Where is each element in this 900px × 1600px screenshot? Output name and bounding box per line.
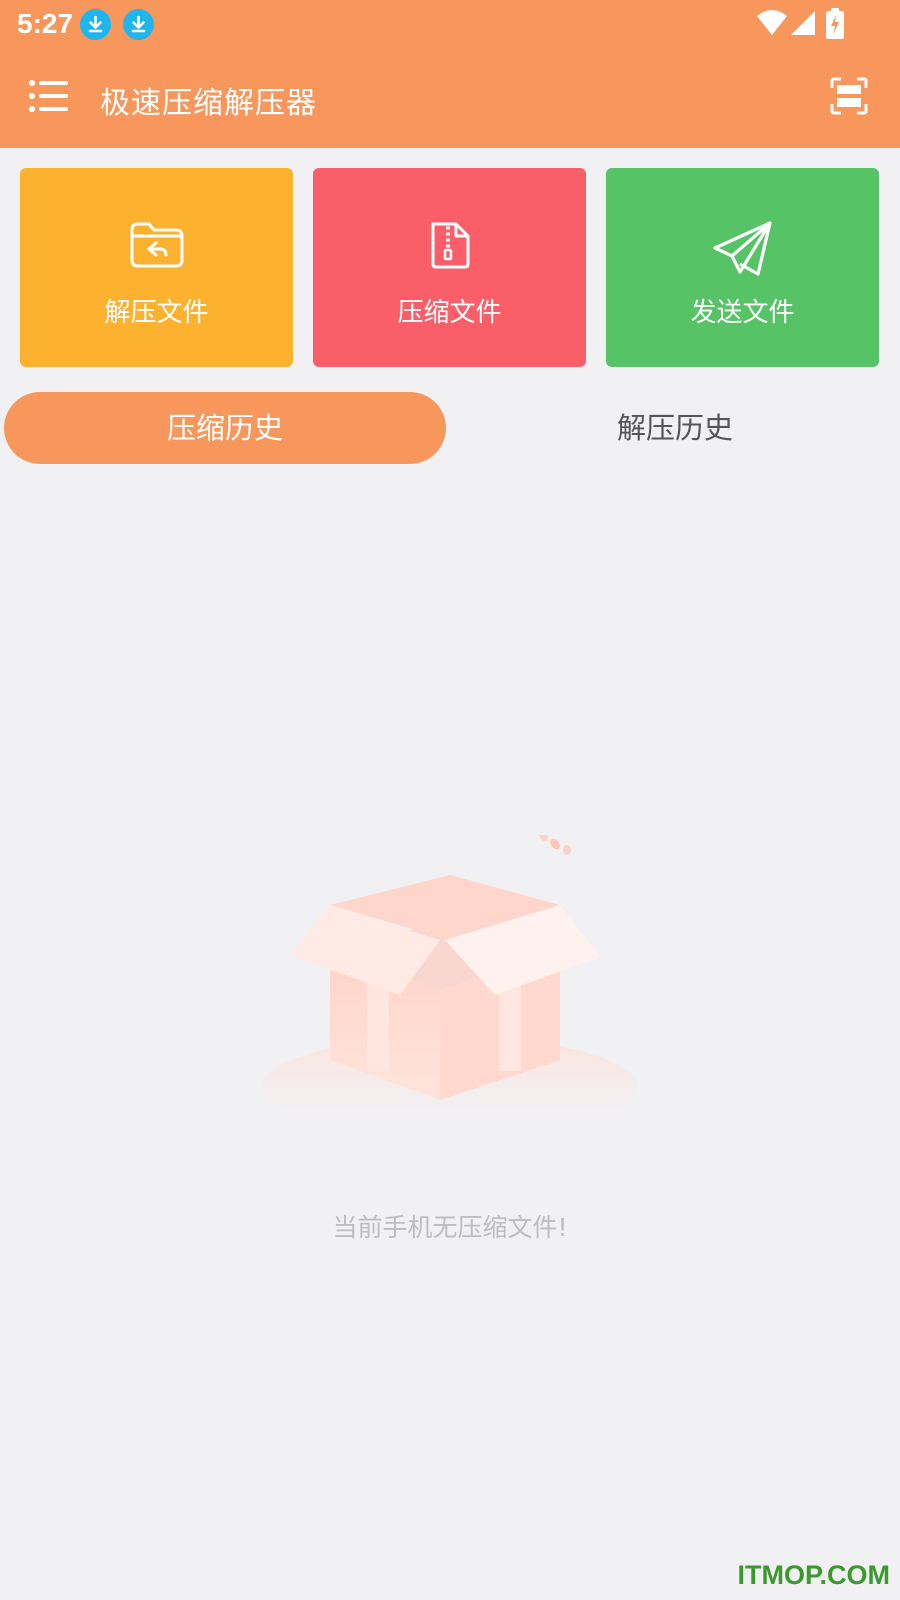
status-time: 5:27 — [17, 8, 74, 39]
zip-file-icon — [431, 222, 469, 269]
download-icon — [80, 9, 111, 40]
extract-file-label: 解压文件 — [104, 298, 209, 328]
compress-file-button[interactable]: 压缩文件 — [313, 168, 586, 367]
menu-icon[interactable] — [28, 78, 70, 114]
watermark: ITMOP.COM — [737, 1560, 890, 1590]
scan-icon[interactable] — [830, 77, 868, 115]
wifi-icon — [756, 8, 788, 42]
header: 5:27 极速压缩解压器 — [0, 0, 900, 148]
extract-file-button[interactable]: 解压文件 — [20, 168, 293, 367]
app-title: 极速压缩解压器 — [100, 86, 317, 121]
signal-icon — [788, 8, 816, 42]
tab-compress-history[interactable]: 压缩历史 — [4, 392, 446, 464]
empty-box-icon — [255, 828, 645, 1137]
tab-extract-history[interactable]: 解压历史 — [454, 392, 896, 464]
status-bar: 5:27 — [0, 0, 900, 50]
send-file-label: 发送文件 — [690, 298, 795, 328]
send-file-button[interactable]: 发送文件 — [606, 168, 879, 367]
empty-state-message: 当前手机无压缩文件! — [332, 1213, 568, 1242]
battery-icon — [826, 8, 844, 44]
folder-return-icon — [130, 222, 183, 268]
paper-plane-icon — [712, 221, 772, 276]
app-bar: 极速压缩解压器 — [0, 50, 900, 148]
download-icon — [123, 9, 154, 40]
compress-file-label: 压缩文件 — [397, 298, 502, 328]
